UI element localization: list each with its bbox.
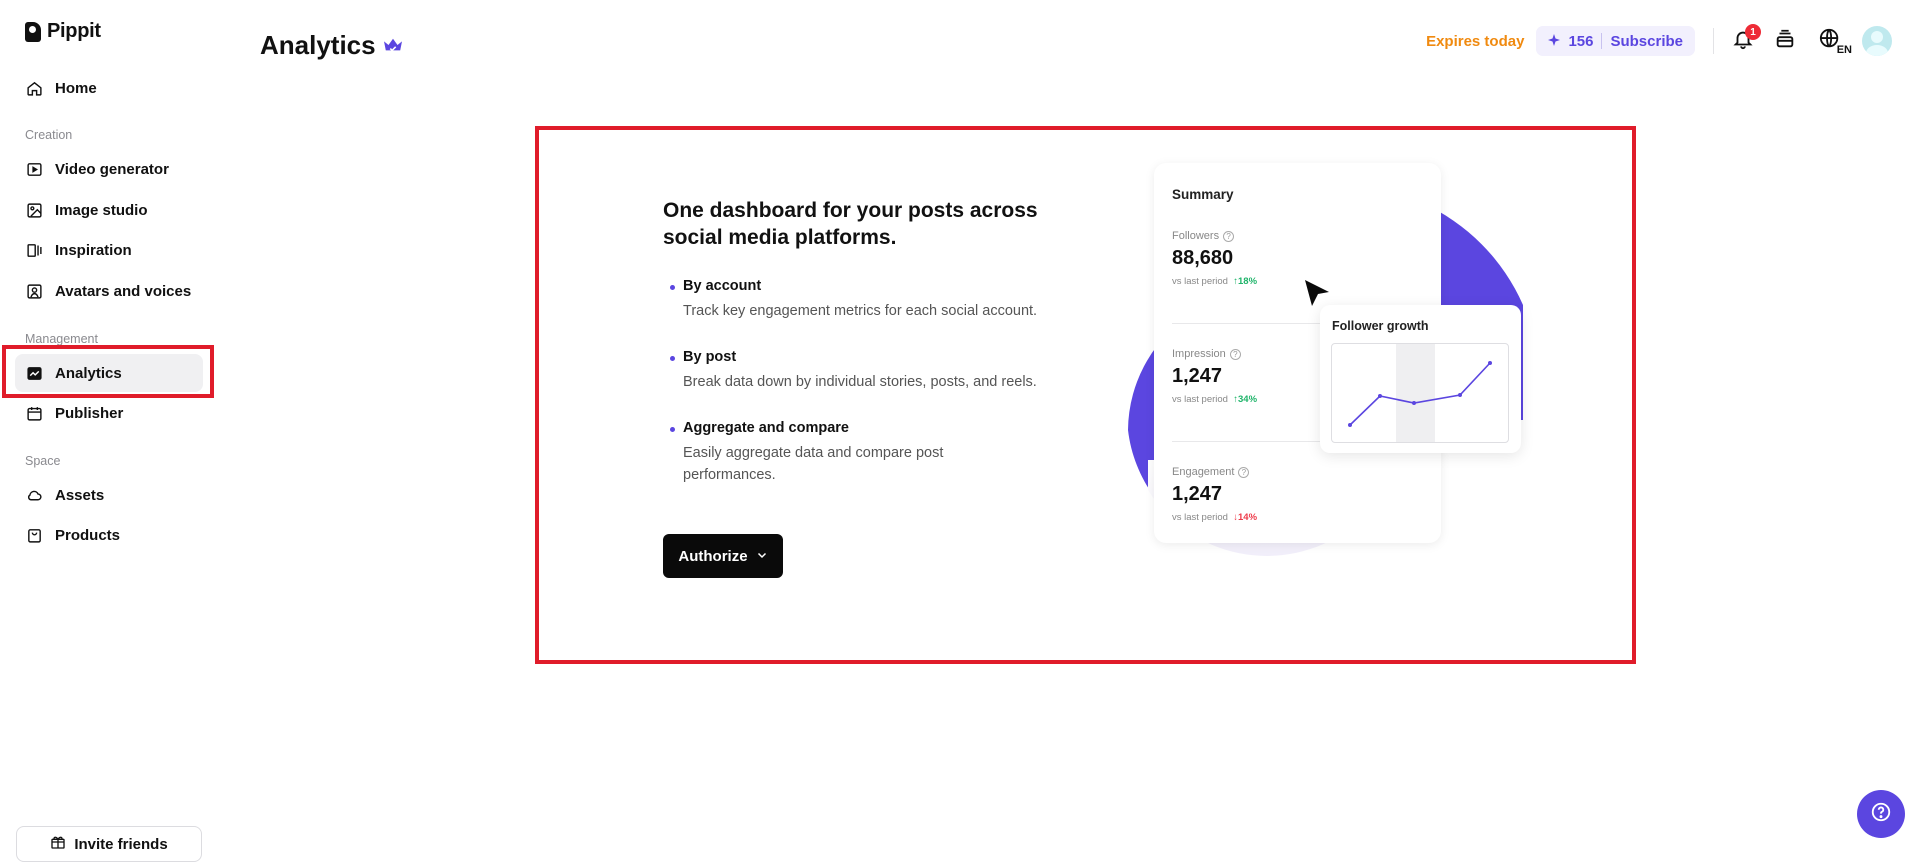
pill-divider xyxy=(1601,33,1603,49)
header-divider xyxy=(1713,28,1714,54)
product-bag-icon xyxy=(25,526,43,544)
cloud-icon xyxy=(25,486,43,504)
sidebar-item-home[interactable]: Home xyxy=(15,69,203,107)
growth-point xyxy=(1458,393,1462,397)
growth-point xyxy=(1348,423,1352,427)
metric-change: 34% xyxy=(1238,394,1258,405)
notification-badge: 1 xyxy=(1745,24,1761,40)
metric-impression: Impression? 1,247 vs last period ↑34% xyxy=(1172,348,1257,405)
avatar-icon xyxy=(25,282,43,300)
home-icon xyxy=(25,79,43,97)
metric-value: 1,247 xyxy=(1172,365,1223,387)
sidebar-item-label: Inspiration xyxy=(55,241,132,259)
user-avatar[interactable] xyxy=(1862,26,1892,56)
authorize-label: Authorize xyxy=(678,547,748,565)
headline: One dashboard for your posts across soci… xyxy=(663,199,1038,249)
help-circle-icon: ? xyxy=(1229,348,1241,360)
feature-by-account: By account Track key engagement metrics … xyxy=(670,278,1070,322)
sidebar-item-image-studio[interactable]: Image studio xyxy=(15,191,203,229)
pippit-logo-icon xyxy=(25,21,41,42)
sidebar-item-label: Products xyxy=(55,526,121,544)
section-label-space: Space xyxy=(25,454,61,468)
metric-value: 88,680 xyxy=(1172,247,1234,269)
section-label-creation: Creation xyxy=(25,128,73,142)
bullet-dot xyxy=(670,285,675,290)
growth-point xyxy=(1378,394,1382,398)
sidebar: Pippit Home Creation Video generator Ima… xyxy=(0,0,216,862)
calendar-icon xyxy=(25,404,43,422)
metric-value: 1,247 xyxy=(1172,483,1223,505)
inbox-button[interactable] xyxy=(1770,26,1800,56)
metric-engagement: Engagement? 1,247 vs last period ↓14% xyxy=(1172,466,1257,523)
metric-change: 18% xyxy=(1238,276,1258,287)
feature-description: Track key engagement metrics for each so… xyxy=(683,303,1038,319)
sidebar-item-label: Avatars and voices xyxy=(55,282,192,300)
logo-text: Pippit xyxy=(47,20,101,42)
authorize-button[interactable]: Authorize xyxy=(663,534,783,578)
help-circle-icon: ? xyxy=(1238,466,1250,478)
image-icon xyxy=(25,201,43,219)
metric-followers: Followers? 88,680 vs last period ↑18% xyxy=(1172,230,1257,287)
follower-growth-title: Follower growth xyxy=(1332,319,1429,333)
follower-growth-card: Follower growth xyxy=(1320,305,1521,453)
metric-compare: vs last period xyxy=(1172,512,1228,523)
metric-compare: vs last period xyxy=(1172,394,1228,405)
metric-change: 14% xyxy=(1238,512,1258,523)
feature-title: By account xyxy=(683,278,762,294)
page-title-text: Analytics xyxy=(260,30,376,60)
follower-growth-chart xyxy=(1331,343,1509,443)
sidebar-item-label: Assets xyxy=(55,486,105,504)
growth-point xyxy=(1412,401,1416,405)
help-circle-icon: ? xyxy=(1223,230,1235,242)
sidebar-item-video-generator[interactable]: Video generator xyxy=(15,150,203,188)
header-actions: Expires today 156 Subscribe 1 EN xyxy=(1426,24,1892,57)
language-code: EN xyxy=(1836,44,1852,56)
gift-icon xyxy=(50,834,66,854)
expires-label[interactable]: Expires today xyxy=(1426,33,1524,50)
invite-friends-button[interactable]: Invite friends xyxy=(16,826,202,862)
metric-label: Followers xyxy=(1172,230,1220,242)
sidebar-item-label: Video generator xyxy=(55,160,169,178)
invite-friends-label: Invite friends xyxy=(74,835,168,853)
metric-label: Impression xyxy=(1172,348,1226,360)
bullet-dot xyxy=(670,427,675,432)
summary-title: Summary xyxy=(1172,187,1234,202)
sidebar-item-publisher[interactable]: Publisher xyxy=(15,394,203,432)
sidebar-item-products[interactable]: Products xyxy=(15,516,203,554)
sidebar-item-label: Home xyxy=(55,79,97,97)
sidebar-item-assets[interactable]: Assets xyxy=(15,476,203,514)
credits-pill[interactable]: 156 Subscribe xyxy=(1536,26,1695,56)
sparkle-icon xyxy=(1548,33,1561,50)
feature-description: Easily aggregate data and compare post p… xyxy=(683,445,944,483)
growth-point xyxy=(1488,361,1492,365)
feature-title: By post xyxy=(683,349,737,365)
language-button[interactable]: EN xyxy=(1812,26,1852,56)
chart-highlight-column xyxy=(1396,344,1435,442)
inspiration-icon xyxy=(25,241,43,259)
stack-icon xyxy=(1774,28,1796,55)
help-button[interactable] xyxy=(1857,790,1905,838)
subscribe-button[interactable]: Subscribe xyxy=(1610,33,1683,50)
metric-label: Engagement xyxy=(1172,466,1235,478)
logo[interactable]: Pippit xyxy=(25,20,101,43)
sidebar-item-label: Image studio xyxy=(55,201,148,219)
feature-aggregate-compare: Aggregate and compare Easily aggregate d… xyxy=(670,420,1010,486)
bullet-dot xyxy=(670,356,675,361)
feature-title: Aggregate and compare xyxy=(683,420,849,436)
credits-count: 156 xyxy=(1568,32,1594,50)
sidebar-item-avatars-voices[interactable]: Avatars and voices xyxy=(15,272,203,310)
analytics-highlight-box xyxy=(2,345,214,398)
feature-description: Break data down by individual stories, p… xyxy=(683,374,1037,390)
sidebar-item-label: Publisher xyxy=(55,404,124,422)
chevron-down-icon xyxy=(756,548,768,565)
section-label-management: Management xyxy=(25,332,98,346)
page-title: Analytics xyxy=(260,30,404,61)
video-plus-icon xyxy=(25,160,43,178)
crown-icon xyxy=(382,30,404,61)
notifications-button[interactable]: 1 xyxy=(1728,24,1761,56)
question-circle-icon xyxy=(1870,801,1892,828)
metric-compare: vs last period xyxy=(1172,276,1228,287)
feature-by-post: By post Break data down by individual st… xyxy=(670,349,1070,393)
sidebar-item-inspiration[interactable]: Inspiration xyxy=(15,231,203,269)
